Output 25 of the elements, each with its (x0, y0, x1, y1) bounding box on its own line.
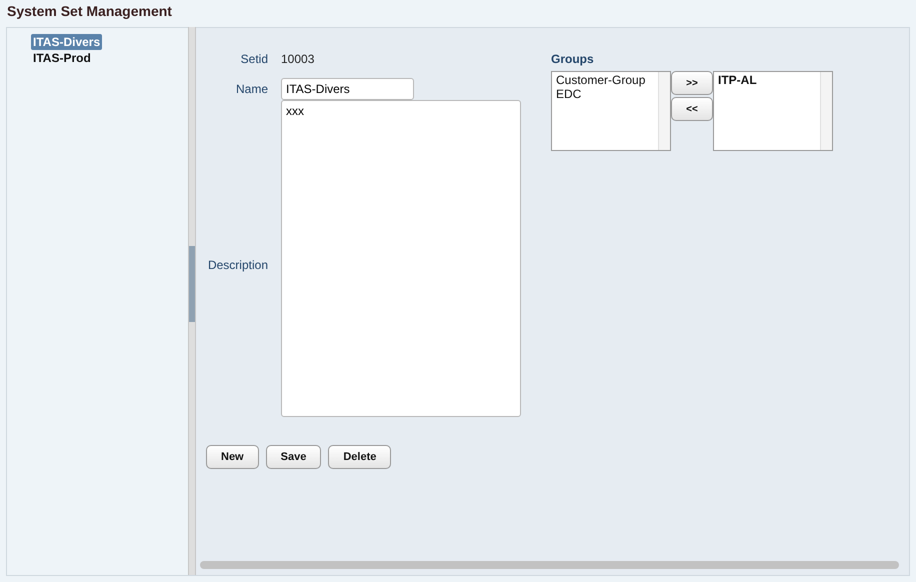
field-label: Description (206, 258, 268, 272)
splitter-handle[interactable] (189, 246, 195, 322)
remove-button[interactable]: << (671, 97, 713, 121)
action-button[interactable]: Delete (328, 445, 392, 469)
page-title: System Set Management (6, 2, 173, 21)
setid-value: 10003 (281, 52, 316, 66)
scrollbar[interactable] (200, 561, 899, 569)
assigned-list[interactable]: ITP-AL (713, 71, 833, 151)
add-button[interactable]: >> (671, 71, 713, 95)
scrollbar[interactable] (658, 72, 670, 150)
list-item[interactable]: Customer-Group (556, 73, 654, 87)
tree-item[interactable]: ITAS-Divers (31, 34, 102, 50)
available-list[interactable]: Customer-Group EDC (551, 71, 671, 151)
tree-item[interactable]: ITAS-Prod (31, 50, 93, 66)
groups-label: Groups (551, 52, 595, 66)
field-label: Name (234, 82, 268, 96)
list-item[interactable]: ITP-AL (718, 73, 816, 87)
field-label: Setid (240, 52, 268, 66)
action-button[interactable]: New (206, 445, 259, 469)
name-field[interactable]: ITAS-Divers (281, 78, 414, 100)
list-item[interactable]: EDC (556, 87, 654, 101)
scrollbar[interactable] (820, 72, 832, 150)
description-field[interactable]: xxx (281, 100, 521, 417)
splitter[interactable] (188, 27, 196, 575)
action-button[interactable]: Save (266, 445, 322, 469)
